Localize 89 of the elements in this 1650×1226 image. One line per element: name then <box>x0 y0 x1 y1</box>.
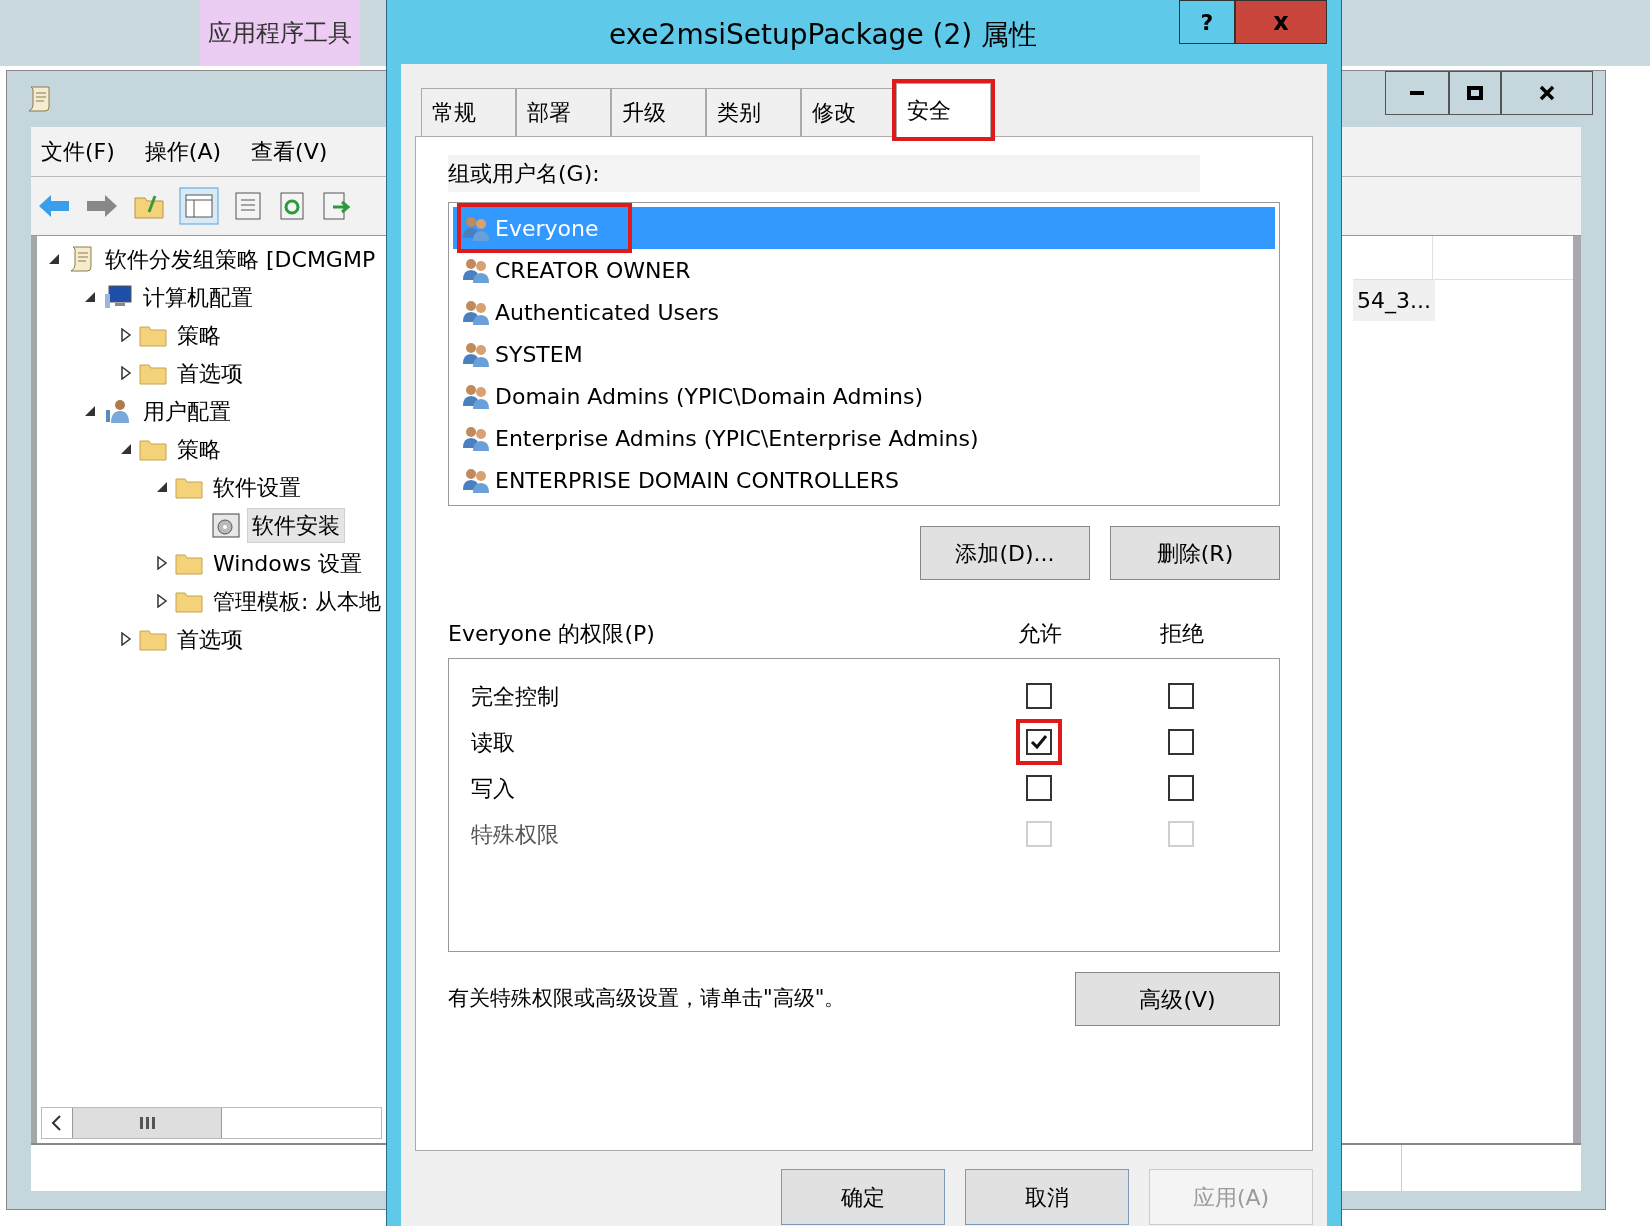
principal-name: CREATOR OWNER <box>495 256 691 285</box>
expanded-arrow-icon[interactable] <box>155 480 169 494</box>
tree-item[interactable]: 策略 <box>173 432 225 466</box>
scrollbar-thumb[interactable] <box>72 1108 222 1138</box>
users-icon <box>461 340 491 368</box>
minimize-button[interactable] <box>1385 71 1449 115</box>
tree-item[interactable]: 首选项 <box>173 356 247 390</box>
expanded-arrow-icon[interactable] <box>83 404 97 418</box>
tab[interactable]: 常规 <box>421 88 516 136</box>
pane-toggle-icon[interactable] <box>179 187 219 225</box>
tree-item[interactable]: 软件安装 <box>247 507 345 543</box>
principals-label: 组或用户名(G): <box>448 155 1200 192</box>
expanded-arrow-icon[interactable] <box>47 252 61 266</box>
back-arrow-icon[interactable] <box>37 193 71 219</box>
advanced-button[interactable]: 高级(V) <box>1075 972 1280 1026</box>
add-button[interactable]: 添加(D)... <box>920 526 1090 580</box>
permission-name: 完全控制 <box>471 682 560 711</box>
menu-item[interactable]: 操作(A) <box>144 135 222 168</box>
principal-row[interactable]: Authenticated Users <box>453 291 1275 333</box>
folder-icon <box>139 323 167 347</box>
refresh-icon[interactable] <box>277 191 307 221</box>
tree-item[interactable]: Windows 设置 <box>209 546 367 580</box>
tab[interactable]: 类别 <box>706 88 801 136</box>
close-button[interactable]: x <box>1235 0 1327 44</box>
allow-header: 允许 <box>1018 619 1062 648</box>
expanded-arrow-icon[interactable] <box>119 442 133 456</box>
collapsed-arrow-icon[interactable] <box>119 632 133 646</box>
permission-name: 写入 <box>471 774 516 803</box>
tree-item[interactable]: 管理模板: 从本地 <box>209 584 386 618</box>
tree-item[interactable]: 用户配置 <box>139 394 235 428</box>
principal-row[interactable]: Domain Admins (YPIC\Domain Admins) <box>453 375 1275 417</box>
tree-item[interactable]: 软件分发组策略 [DCMGMP <box>101 242 380 276</box>
principal-name: Enterprise Admins (YPIC\Enterprise Admins) <box>495 424 979 453</box>
folder-icon <box>175 475 203 499</box>
advanced-hint: 有关特殊权限或高级设置，请单击"高级"。 <box>448 985 846 1013</box>
principal-row[interactable]: Enterprise Admins (YPIC\Enterprise Admins) <box>453 417 1275 459</box>
principal-name: Everyone <box>495 214 599 243</box>
tree-item[interactable]: 首选项 <box>173 622 247 656</box>
collapsed-arrow-icon[interactable] <box>155 556 169 570</box>
remove-button[interactable]: 删除(R) <box>1110 526 1280 580</box>
ribbon-tab[interactable]: 应用程序工具 <box>200 0 360 66</box>
horizontal-scrollbar[interactable] <box>41 1107 382 1139</box>
deny-header: 拒绝 <box>1160 619 1204 648</box>
list-item[interactable]: 54_3... <box>1353 280 1435 321</box>
tab[interactable]: 升级 <box>611 88 706 136</box>
tab[interactable]: 部署 <box>516 88 611 136</box>
folder-icon <box>139 627 167 651</box>
principal-name: SYSTEM <box>495 340 583 369</box>
forward-arrow-icon[interactable] <box>85 193 119 219</box>
users-icon <box>461 466 491 494</box>
permission-name: 读取 <box>471 728 516 757</box>
permission-name: 特殊权限 <box>471 820 560 849</box>
principal-name: ENTERPRISE DOMAIN CONTROLLERS <box>495 466 899 495</box>
close-icon <box>1539 85 1555 101</box>
dialog-title: exe2msiSetupPackage (2) 属性 <box>607 17 1039 53</box>
computer-icon <box>103 284 133 310</box>
export-list-icon[interactable] <box>321 191 351 221</box>
folder-icon <box>139 437 167 461</box>
install-package-icon <box>211 511 241 539</box>
principal-name: Authenticated Users <box>495 298 720 327</box>
folder-icon <box>175 551 203 575</box>
users-icon <box>461 214 491 242</box>
collapsed-arrow-icon[interactable] <box>155 594 169 608</box>
expanded-arrow-icon[interactable] <box>83 290 97 304</box>
checkmark-icon <box>1030 733 1048 751</box>
folder-icon <box>139 361 167 385</box>
principal-row[interactable]: ENTERPRISE DOMAIN CONTROLLERS <box>453 459 1275 501</box>
users-icon <box>461 424 491 452</box>
collapsed-arrow-icon[interactable] <box>119 366 133 380</box>
close-button[interactable] <box>1501 71 1593 115</box>
dialog-button[interactable]: 确定 <box>781 1169 945 1225</box>
principal-row[interactable]: CREATOR OWNER <box>453 249 1275 291</box>
tree-item[interactable]: 软件设置 <box>209 470 305 504</box>
permissions-label: Everyone 的权限(P) <box>448 619 656 648</box>
principal-row[interactable]: SYSTEM <box>453 333 1275 375</box>
users-icon <box>461 298 491 326</box>
collapsed-arrow-icon[interactable] <box>119 328 133 342</box>
users-icon <box>461 256 491 284</box>
checkbox[interactable] <box>1016 719 1062 765</box>
dialog-button[interactable]: 取消 <box>965 1169 1129 1225</box>
principal-name: Domain Admins (YPIC\Domain Admins) <box>495 382 923 411</box>
tree-item[interactable]: 策略 <box>173 318 225 352</box>
maximize-button[interactable] <box>1449 71 1501 115</box>
tree-item[interactable]: 计算机配置 <box>139 280 257 314</box>
menu-item[interactable]: 查看(V) <box>251 135 328 168</box>
help-button[interactable]: ? <box>1179 0 1235 44</box>
users-icon <box>461 382 491 410</box>
menu-item[interactable]: 文件(F) <box>41 135 115 168</box>
folder-icon <box>175 589 203 613</box>
